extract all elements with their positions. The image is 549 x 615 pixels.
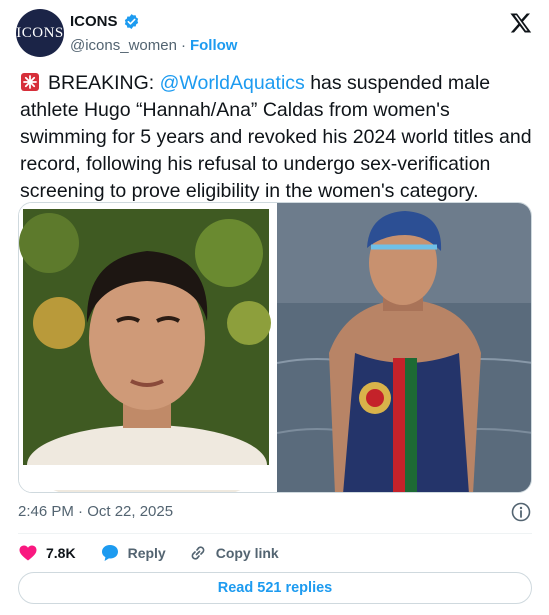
handle-row: @icons_women · Follow [70, 37, 237, 54]
mention-link[interactable]: @WorldAquatics [160, 72, 305, 94]
avatar-logo-text: ICONS [16, 24, 64, 41]
media-grid [18, 202, 532, 493]
tweet-text: BREAKING: @WorldAquatics has suspended m… [20, 70, 535, 205]
info-icon[interactable] [511, 502, 531, 522]
reply-button[interactable]: Reply [100, 543, 166, 563]
action-bar: 7.8K Reply Copy link [18, 541, 279, 565]
read-replies-button[interactable]: Read 521 replies [18, 572, 532, 604]
x-logo-icon[interactable] [509, 11, 533, 35]
tweet-card: ICONS ICONS @icons_women · Follow BREAKI… [0, 0, 549, 615]
tweet-timestamp[interactable]: 2:46 PM · Oct 22, 2025 [18, 503, 173, 520]
follow-button[interactable]: Follow [190, 37, 238, 54]
reply-label: Reply [127, 545, 166, 561]
swimmer-photo[interactable] [277, 203, 532, 493]
like-count: 7.8K [46, 545, 76, 561]
link-icon [191, 546, 205, 560]
portrait-photo[interactable] [19, 203, 275, 493]
heart-icon [19, 545, 37, 561]
divider [18, 533, 532, 534]
account-name[interactable]: ICONS [70, 13, 118, 30]
copy-link-button[interactable]: Copy link [188, 543, 279, 563]
verified-badge-icon [124, 14, 138, 29]
like-button[interactable]: 7.8K [18, 543, 76, 563]
avatar[interactable]: ICONS [16, 9, 64, 57]
tweet-prefix: BREAKING: [48, 72, 160, 94]
copy-link-label: Copy link [215, 545, 279, 561]
separator-dot: · [180, 37, 186, 54]
account-handle[interactable]: @icons_women [70, 37, 177, 54]
reply-bubble-icon [101, 545, 118, 561]
account-name-row: ICONS [70, 13, 140, 30]
siren-emoji-icon [21, 73, 39, 91]
